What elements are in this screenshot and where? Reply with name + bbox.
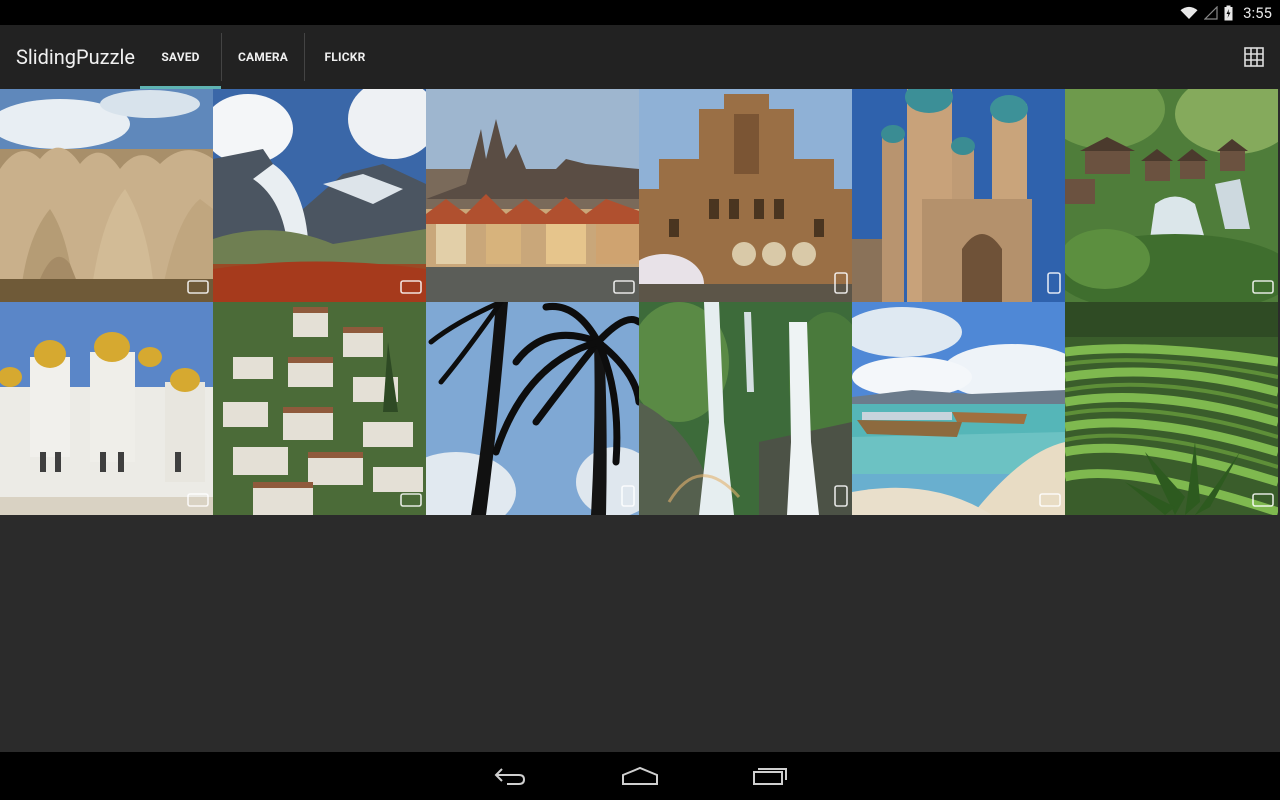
battery-charging-icon (1224, 5, 1233, 20)
grid-view-button[interactable] (1242, 45, 1266, 69)
photo-tile-beach-boats[interactable] (852, 302, 1065, 515)
portrait-device-icon (834, 272, 848, 294)
photo-twin-waterfall (639, 302, 852, 515)
landscape-device-icon (400, 493, 422, 507)
status-bar: 3:55 (0, 0, 1280, 25)
wifi-icon (1180, 6, 1198, 19)
landscape-device-icon (187, 280, 209, 294)
tab-bar: SAVED CAMERA FLICKR (140, 25, 385, 89)
photo-tile-palm-silhouettes[interactable] (426, 302, 639, 515)
tab-flickr[interactable]: FLICKR (305, 25, 385, 89)
photo-tile-mill-waterfall-village[interactable] (1065, 89, 1278, 302)
photo-hillside-town (213, 302, 426, 515)
photo-tile-minaret-towers[interactable] (852, 89, 1065, 302)
photo-tile-golden-domed-church[interactable] (0, 302, 213, 515)
status-icons: 3:55 (1180, 4, 1272, 22)
photo-tile-castle-city[interactable] (426, 89, 639, 302)
photo-brick-palace (639, 89, 852, 302)
home-button[interactable] (616, 752, 664, 800)
navigation-bar (0, 752, 1280, 800)
back-icon (494, 768, 526, 785)
photo-rice-terraces (1065, 302, 1278, 515)
photo-castle-city (426, 89, 639, 302)
photo-beach-boats (852, 302, 1065, 515)
recent-apps-button[interactable] (746, 752, 794, 800)
landscape-device-icon (1252, 493, 1274, 507)
action-bar: SlidingPuzzle SAVED CAMERA FLICKR (0, 25, 1280, 89)
tab-saved[interactable]: SAVED (140, 25, 221, 89)
photo-tile-twin-waterfall[interactable] (639, 302, 852, 515)
landscape-device-icon (1039, 493, 1061, 507)
landscape-device-icon (400, 280, 422, 294)
landscape-device-icon (613, 280, 635, 294)
signal-icon (1204, 5, 1218, 20)
photo-tile-rock-formations[interactable] (0, 89, 213, 302)
portrait-device-icon (1047, 272, 1061, 294)
photo-golden-domed-church (0, 302, 213, 515)
landscape-device-icon (1252, 280, 1274, 294)
grid-view-icon (1244, 47, 1264, 67)
app-title: SlidingPuzzle (16, 45, 135, 69)
photo-tile-rice-terraces[interactable] (1065, 302, 1278, 515)
landscape-device-icon (187, 493, 209, 507)
tab-camera[interactable]: CAMERA (222, 25, 304, 89)
portrait-device-icon (621, 485, 635, 507)
photo-tile-brick-palace[interactable] (639, 89, 852, 302)
photo-tile-glacier-mountains[interactable] (213, 89, 426, 302)
photo-tile-hillside-town[interactable] (213, 302, 426, 515)
portrait-device-icon (834, 485, 848, 507)
status-time: 3:55 (1243, 3, 1272, 22)
recent-apps-icon (753, 768, 787, 785)
photo-minaret-towers (852, 89, 1065, 302)
photo-mill-waterfall-village (1065, 89, 1278, 302)
photo-rock-formations (0, 89, 213, 302)
photo-palm-silhouettes (426, 302, 639, 515)
photo-grid (0, 89, 1280, 515)
photo-glacier-mountains (213, 89, 426, 302)
back-button[interactable] (486, 752, 534, 800)
home-icon (622, 766, 658, 785)
